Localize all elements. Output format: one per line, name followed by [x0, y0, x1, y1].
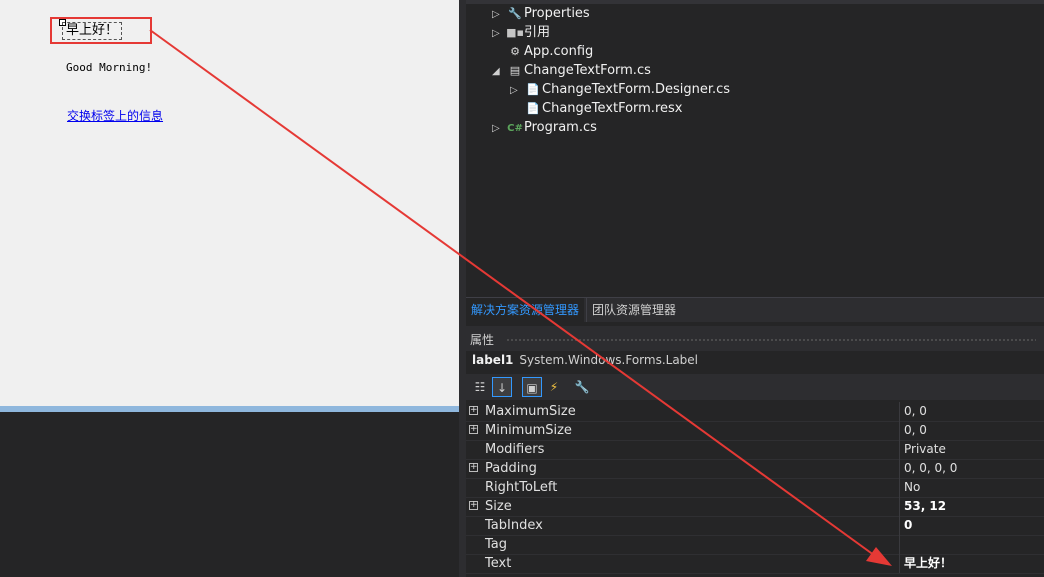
column-divider [899, 535, 900, 554]
object-type: System.Windows.Forms.Label [519, 353, 699, 367]
properties-icon[interactable]: ▣ [522, 377, 542, 397]
cs-file-icon: 📄 [526, 83, 540, 96]
column-divider [899, 440, 900, 459]
linklabel-control[interactable]: 交换标签上的信息 [67, 107, 163, 124]
tree-item-label: App.config [524, 44, 594, 59]
property-value[interactable]: 53, 12 [904, 497, 946, 516]
property-name: MaximumSize [485, 404, 576, 419]
expand-arrow-icon[interactable]: ▷ [492, 119, 506, 138]
explorer-tab-strip: 解决方案资源管理器 团队资源管理器 [466, 297, 1044, 322]
form-border [0, 406, 459, 412]
property-row-modifiers[interactable]: Modifiers Private [466, 440, 1044, 460]
property-row-tag[interactable]: Tag [466, 535, 1044, 555]
column-divider [899, 459, 900, 478]
tab-solution-explorer[interactable]: 解决方案资源管理器 [466, 298, 585, 322]
tree-item-app-config[interactable]: ⚙ App.config [492, 42, 593, 61]
tab-team-explorer[interactable]: 团队资源管理器 [586, 298, 681, 322]
panel-splitter[interactable] [459, 0, 466, 577]
property-name: RightToLeft [485, 480, 558, 495]
expand-arrow-icon[interactable]: ▷ [492, 24, 506, 43]
form-designer: 早上好！ Good Morning! 交换标签上的信息 [0, 0, 462, 577]
expand-plus-icon[interactable]: + [469, 501, 478, 510]
property-value[interactable]: 0, 0 [904, 402, 927, 421]
categorized-icon[interactable]: ☷ [470, 377, 490, 397]
expand-plus-icon[interactable]: + [469, 406, 478, 415]
property-name: Text [485, 556, 512, 571]
panel-grip[interactable] [506, 338, 1036, 342]
object-name: label1 [472, 353, 514, 367]
events-icon[interactable]: ⚡ [544, 377, 564, 397]
property-pages-icon[interactable]: 🔧 [572, 377, 592, 397]
property-name: Tag [485, 537, 508, 552]
property-row-righttoleft[interactable]: RightToLeft No [466, 478, 1044, 498]
solution-explorer-tree: ▷ 🔧 Properties ▷ ■▪引用 ⚙ App.config ◢ ▤ ChangeT… [466, 0, 1044, 296]
expand-arrow-icon[interactable]: ▷ [492, 5, 506, 24]
collapse-arrow-icon[interactable]: ◢ [492, 62, 506, 81]
right-panel: ▷ 🔧 Properties ▷ ■▪引用 ⚙ App.config ◢ ▤ ChangeT… [466, 0, 1044, 577]
property-name: Padding [485, 461, 537, 476]
expand-plus-icon[interactable]: + [469, 463, 478, 472]
property-row-padding[interactable]: + Padding 0, 0, 0, 0 [466, 459, 1044, 479]
expand-arrow-icon[interactable]: ▷ [510, 81, 524, 100]
tree-item-label: Program.cs [524, 120, 597, 135]
property-value[interactable]: No [904, 478, 920, 497]
object-selector[interactable]: label1 System.Windows.Forms.Label [472, 353, 698, 367]
property-value[interactable]: 早上好！ [904, 554, 952, 573]
column-divider [899, 554, 900, 573]
column-divider [899, 402, 900, 421]
property-row-size[interactable]: + Size 53, 12 [466, 497, 1044, 517]
config-file-icon: ⚙ [510, 45, 520, 58]
label2-control[interactable]: Good Morning! [66, 61, 152, 74]
property-row-minimumsize[interactable]: + MinimumSize 0, 0 [466, 421, 1044, 441]
references-icon: ■▪ [506, 26, 524, 39]
tree-item-references[interactable]: ▷ ■▪引用 [492, 23, 550, 42]
column-divider [899, 516, 900, 535]
resx-file-icon: 📄 [526, 102, 540, 115]
tree-item-designer-cs[interactable]: ▷ 📄 ChangeTextForm.Designer.cs [510, 80, 730, 99]
property-row-maximumsize[interactable]: + MaximumSize 0, 0 [466, 402, 1044, 422]
property-value[interactable]: 0 [904, 516, 912, 535]
properties-toolbar: ☷ ↓ ▣ ⚡ 🔧 [466, 374, 1044, 400]
tree-item-resx[interactable]: 📄 ChangeTextForm.resx [510, 99, 682, 118]
property-grid: + MaximumSize 0, 0 + MinimumSize 0, 0 Mo… [466, 402, 1044, 577]
column-divider [899, 478, 900, 497]
form-surface[interactable]: 早上好！ Good Morning! 交换标签上的信息 [0, 0, 459, 406]
property-value[interactable]: Private [904, 440, 946, 459]
tree-item-changetextform[interactable]: ◢ ▤ ChangeTextForm.cs [492, 61, 651, 80]
wrench-icon: 🔧 [508, 7, 522, 20]
properties-header: 属性 [466, 326, 1044, 351]
property-name: MinimumSize [485, 423, 572, 438]
csharp-icon: C# [507, 123, 523, 134]
property-value[interactable]: 0, 0, 0, 0 [904, 459, 957, 478]
expand-plus-icon[interactable]: + [469, 425, 478, 434]
alphabetical-icon[interactable]: ↓ [492, 377, 512, 397]
property-row-text[interactable]: Text 早上好！ [466, 554, 1044, 574]
property-name: Size [485, 499, 512, 514]
tree-item-label: Properties [524, 6, 590, 21]
property-value[interactable]: 0, 0 [904, 421, 927, 440]
form-icon: ▤ [509, 64, 521, 77]
column-divider [899, 497, 900, 516]
tree-item-label: ChangeTextForm.Designer.cs [542, 82, 731, 97]
properties-title: 属性 [470, 333, 495, 347]
tree-item-label: 引用 [524, 25, 551, 40]
tree-item-properties[interactable]: ▷ 🔧 Properties [492, 4, 590, 23]
column-divider [899, 421, 900, 440]
tree-item-label: ChangeTextForm.resx [542, 101, 683, 116]
property-name: TabIndex [485, 518, 543, 533]
property-name: Modifiers [485, 442, 545, 457]
property-row-tabindex[interactable]: TabIndex 0 [466, 516, 1044, 536]
annotation-highlight-box [50, 17, 152, 44]
tree-item-label: ChangeTextForm.cs [524, 63, 651, 78]
tree-item-program-cs[interactable]: ▷ C#Program.cs [492, 118, 597, 137]
